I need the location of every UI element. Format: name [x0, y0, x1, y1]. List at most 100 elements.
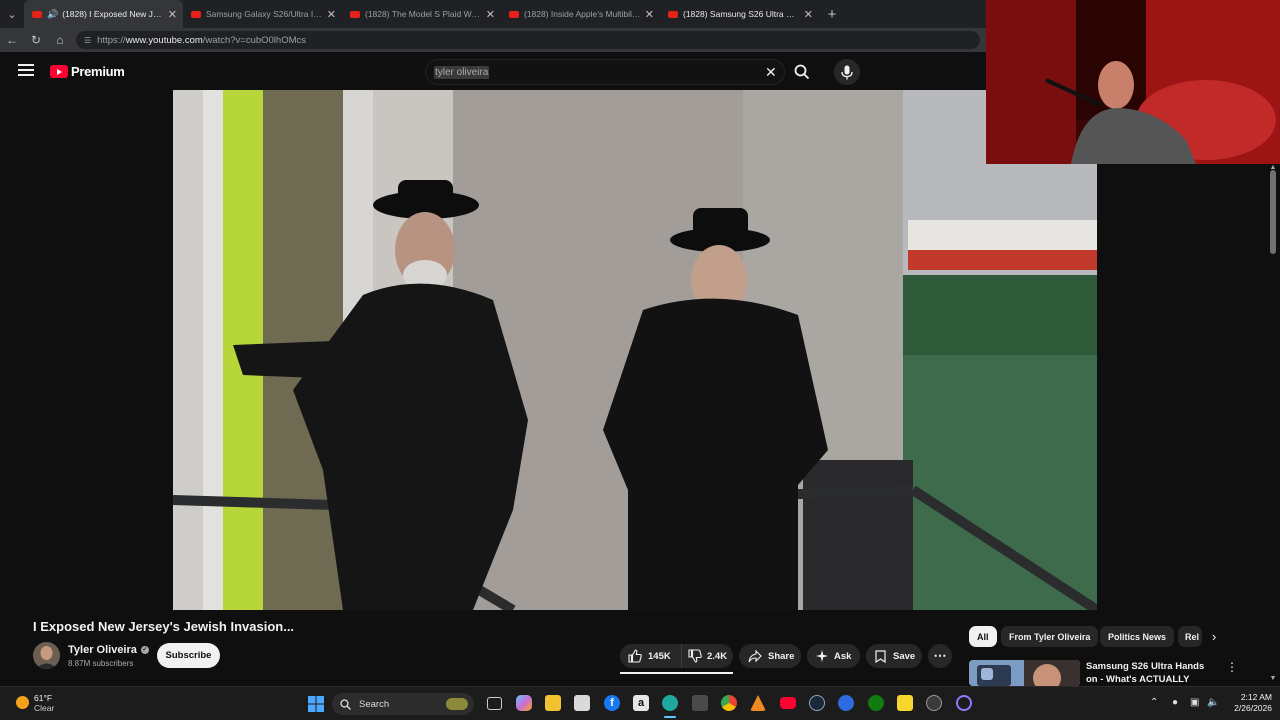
- edge-browser-icon[interactable]: [662, 695, 678, 711]
- youtube-favicon-icon: [191, 10, 201, 18]
- subscriber-count: 8.87M subscribers: [68, 659, 134, 668]
- close-tab-icon[interactable]: ✕: [168, 8, 177, 21]
- recommendation-thumbnail[interactable]: [969, 660, 1080, 686]
- youtube-favicon-icon: [668, 10, 678, 18]
- microphone-tray-icon[interactable]: ●: [1172, 697, 1178, 708]
- close-tab-icon[interactable]: ✕: [327, 8, 336, 21]
- taskbar-clock[interactable]: 2:12 AM 2/26/2026: [1224, 692, 1272, 714]
- site-info-icon[interactable]: ☰: [84, 36, 91, 45]
- scrollbar-thumb[interactable]: [1270, 170, 1276, 254]
- youtube-app-icon[interactable]: [780, 697, 796, 709]
- edge-active-indicator: [664, 716, 676, 718]
- browser-tab[interactable]: (1828) The Model S Plaid Walked ✕: [342, 0, 501, 28]
- browser-tab[interactable]: Samsung Galaxy S26/Ultra Impres ✕: [183, 0, 342, 28]
- video-player[interactable]: [173, 90, 1097, 610]
- youtube-favicon-icon: [509, 10, 519, 18]
- youtube-premium-logo[interactable]: Premium: [50, 64, 125, 79]
- clock-date: 2/26/2026: [1234, 703, 1272, 713]
- reload-icon[interactable]: ↻: [24, 33, 48, 47]
- back-arrow-icon[interactable]: ←: [0, 33, 24, 47]
- dislike-button[interactable]: 2.4K: [682, 644, 733, 668]
- taskbar-search-box[interactable]: Search: [332, 693, 474, 715]
- like-ratio-bar: [620, 672, 733, 674]
- taskbar-search-icon: [340, 698, 351, 710]
- channel-avatar[interactable]: [33, 642, 60, 669]
- amazon-icon[interactable]: a: [633, 695, 649, 711]
- share-label: Share: [768, 650, 795, 662]
- more-actions-button[interactable]: ⋯: [928, 644, 952, 668]
- search-highlight-icon: [446, 698, 468, 710]
- search-button[interactable]: [789, 59, 815, 85]
- tab-title: (1828) I Exposed New Jersey's: [62, 9, 164, 19]
- clear-search-icon[interactable]: ✕: [765, 64, 777, 81]
- windows-logo-icon: [308, 696, 324, 712]
- url-field[interactable]: ☰ https://www.youtube.com/watch?v=cubO0l…: [76, 31, 980, 49]
- microphone-icon: [841, 65, 853, 79]
- task-view-icon[interactable]: [487, 697, 502, 710]
- taskbar-search-label: Search: [359, 698, 390, 710]
- new-tab-plus-icon[interactable]: +: [819, 6, 845, 23]
- menu-hamburger-icon[interactable]: [18, 64, 34, 76]
- chip-from-channel[interactable]: From Tyler Oliveira: [1001, 626, 1099, 647]
- cortana-ring-icon[interactable]: [956, 695, 972, 711]
- weather-widget[interactable]: 61°F Clear: [14, 693, 74, 713]
- file-explorer-icon[interactable]: [545, 695, 561, 711]
- app-icon[interactable]: [838, 695, 854, 711]
- weather-temperature: 61°F: [34, 693, 53, 703]
- calculator-icon[interactable]: [692, 695, 708, 711]
- facebook-icon[interactable]: f: [604, 695, 620, 711]
- like-button[interactable]: 145K: [620, 644, 682, 668]
- close-tab-icon[interactable]: ✕: [486, 8, 495, 21]
- close-tab-icon[interactable]: ✕: [804, 8, 813, 21]
- tab-title: (1828) The Model S Plaid Walked: [365, 9, 482, 19]
- more-horizontal-icon: ⋯: [933, 648, 947, 663]
- thumbs-down-icon: [688, 649, 702, 663]
- steam-icon[interactable]: [809, 695, 825, 711]
- recommendation-more-icon[interactable]: ⋮: [1226, 660, 1238, 674]
- ask-button[interactable]: Ask: [807, 644, 860, 668]
- video-frame: [173, 90, 1097, 610]
- home-icon[interactable]: ⌂: [48, 33, 72, 47]
- subscribe-button[interactable]: Subscribe: [157, 643, 220, 668]
- verified-check-icon: ✓: [140, 646, 149, 655]
- close-tab-icon[interactable]: ✕: [645, 8, 654, 21]
- avatar-image: [33, 642, 60, 669]
- microsoft-store-icon[interactable]: [574, 695, 590, 711]
- windows-start-button[interactable]: [308, 696, 324, 717]
- chip-all[interactable]: All: [969, 626, 997, 647]
- tab-search-chevron-icon[interactable]: ⌄: [0, 0, 24, 28]
- network-icon[interactable]: ▣: [1190, 697, 1199, 708]
- url-domain: www.youtube.com: [125, 34, 203, 46]
- scroll-down-arrow-icon[interactable]: ▼: [1266, 675, 1280, 682]
- browser-tab-active[interactable]: 🔊 (1828) I Exposed New Jersey's ✕: [24, 0, 183, 28]
- chrome-icon[interactable]: [721, 695, 737, 711]
- chips-next-chevron-icon[interactable]: ›: [1212, 629, 1216, 644]
- save-button[interactable]: Save: [866, 644, 922, 668]
- share-button[interactable]: Share: [739, 644, 801, 668]
- voice-search-button[interactable]: [834, 59, 860, 85]
- search-input[interactable]: tyler oliveira ✕: [425, 59, 785, 85]
- channel-name[interactable]: Tyler Oliveira ✓: [68, 644, 149, 656]
- speaker-icon[interactable]: 🔊: [47, 9, 58, 20]
- browser-tab[interactable]: (1828) Inside Apple's Multibillion ✕: [501, 0, 660, 28]
- copilot-icon[interactable]: [516, 695, 532, 711]
- page-scrollbar[interactable]: [1266, 164, 1280, 686]
- browser-tab[interactable]: (1828) Samsung S26 Ultra Hands o ✕: [660, 0, 819, 28]
- url-prefix: https://: [97, 34, 126, 46]
- save-label: Save: [893, 650, 916, 662]
- tab-title: (1828) Inside Apple's Multibillion: [524, 9, 641, 19]
- clock-time: 2:12 AM: [1240, 692, 1272, 702]
- youtube-favicon-icon: [32, 10, 42, 18]
- like-dislike-group: 145K 2.4K: [620, 644, 733, 668]
- xbox-icon[interactable]: [868, 695, 884, 711]
- volume-icon[interactable]: 🔈: [1207, 697, 1219, 708]
- sticky-notes-icon[interactable]: [897, 695, 913, 711]
- chip-politics-news[interactable]: Politics News: [1100, 626, 1175, 647]
- youtube-play-logo-icon: [50, 65, 68, 78]
- chip-related[interactable]: Rel: [1178, 626, 1202, 647]
- search-icon: [794, 64, 810, 80]
- weather-condition: Clear: [34, 703, 55, 713]
- scroll-up-arrow-icon[interactable]: ▲: [1266, 164, 1280, 171]
- tray-overflow-chevron-icon[interactable]: ⌃: [1150, 697, 1158, 708]
- capture-app-icon[interactable]: [926, 695, 942, 711]
